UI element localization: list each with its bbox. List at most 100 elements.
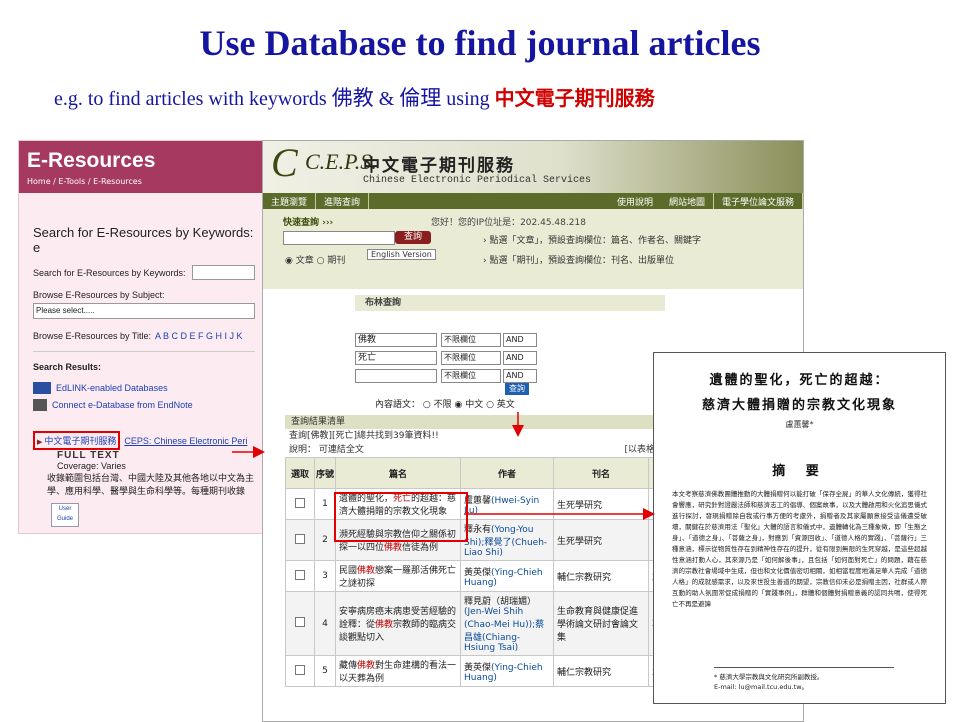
title-keyword: 佛教 (384, 543, 403, 553)
row-number: 5 (314, 655, 336, 687)
row-author[interactable]: 盧蕙馨(Hwei-Syin Lu) (460, 488, 554, 520)
abstract-heading: 摘 要 (772, 464, 827, 479)
nav-help[interactable]: 使用說明 (609, 193, 661, 209)
row-author[interactable]: 黃英傑(Ying-Chieh Huang) (460, 560, 554, 592)
term-input-3[interactable] (355, 369, 437, 383)
row-title[interactable]: 民國佛教戀案一羅那活佛死亡之謎初探 (335, 560, 461, 592)
paper-title-line-2: 慈濟大體捐贈的宗教文化現象 (701, 398, 897, 413)
ceps-title-cn: 中文電子期刊服務 (363, 156, 515, 176)
lang-chinese[interactable]: 中文 (465, 400, 483, 410)
author-cn: 釋永有 (464, 525, 492, 535)
quick-search-input[interactable] (283, 231, 395, 245)
row-title[interactable]: 藏傳佛教對生命建構的看法一以天葬為例 (335, 655, 461, 687)
operator-select-2[interactable]: AND (503, 351, 537, 365)
boolean-search-button[interactable]: 查詢 (505, 383, 529, 395)
title-part-b: 信徒為例 (402, 543, 439, 553)
col-select: 選取 (285, 457, 315, 489)
row-checkbox[interactable] (295, 664, 305, 675)
term-input-1[interactable]: 佛教 (355, 333, 437, 347)
user-guide-icon[interactable]: User Guide (51, 503, 79, 527)
col-author: 作者 (460, 457, 554, 489)
subject-select[interactable]: Please select..... (33, 303, 255, 319)
keywords-input[interactable] (191, 265, 255, 280)
field-select-1[interactable]: 不限欄位 (441, 333, 501, 347)
endnote-link[interactable]: Connect e-Database from EndNote (33, 399, 255, 411)
journal-name: 輔仁宗教研究 (557, 572, 612, 583)
field-select-3[interactable]: 不限欄位 (441, 369, 501, 383)
row-checkbox[interactable] (295, 617, 305, 627)
language-filter: 內容語文： ○ 不限 ◉ 中文 ○ 英文 (375, 400, 515, 410)
language-label: 內容語文： (375, 400, 421, 410)
quick-search-type[interactable]: ◉ 文章 ○ 期刊 (285, 253, 345, 266)
ceps-highlight[interactable]: ▶ 中文電子期刊服務 (33, 431, 121, 450)
alphabet-links[interactable]: A B C D E F G H I J K (155, 331, 243, 341)
subtitle-keyword-1: 佛教 (331, 86, 374, 110)
nav-subject-browse[interactable]: 主題瀏覽 (263, 193, 317, 209)
row-number: 4 (314, 591, 336, 656)
breadcrumb: Home / E-Tools / E-Resources (27, 177, 142, 186)
journal-name: 生死學研究 (557, 536, 603, 547)
subject-label: Browse E-Resources by Subject: (33, 290, 165, 300)
lang-english[interactable]: 英文 (497, 400, 515, 410)
row-checkbox-cell[interactable] (285, 519, 315, 561)
search-heading: Search for E-Resources by Keywords: e (33, 225, 254, 255)
row-checkbox[interactable] (295, 569, 305, 580)
radio-article-label: 文章 (295, 256, 314, 266)
lang-any[interactable]: 不限 (434, 400, 452, 410)
author-en: (Jen-Wei Shih (Chao-Mei Hu));蔡昌雄(Chiang-… (464, 607, 545, 653)
title-part-a: 藏傳 (339, 661, 358, 671)
row-journal[interactable]: 生死學研究 (553, 488, 649, 520)
nav-sitemap[interactable]: 網站地圖 (661, 193, 714, 209)
row-number: 3 (314, 560, 336, 592)
quick-search-button[interactable]: 查詢 (395, 231, 431, 244)
row-journal[interactable]: 生命教育與健康促進學術論文研討會論文集 (553, 591, 649, 656)
col-number: 序號 (314, 457, 336, 489)
row-journal[interactable]: 輔仁宗教研究 (553, 655, 649, 687)
row-checkbox[interactable] (295, 533, 305, 544)
row-journal[interactable]: 輔仁宗教研究 (553, 560, 649, 592)
subtitle-prefix: e.g. to find articles with keywords (54, 88, 332, 110)
english-version-button[interactable]: English Version (367, 249, 436, 260)
abstract-text: 本文考察慈濟佛教團體推動的大體捐贈何以能打破「保存全屍」的華人文化傳統，獲得社會… (672, 490, 927, 608)
row-checkbox-cell[interactable] (285, 560, 315, 592)
e-resources-header: E-Resources Home / E-Tools / E-Resources (19, 141, 269, 193)
coverage-text: Coverage: Varies (57, 461, 126, 471)
term-input-2[interactable]: 死亡 (355, 351, 437, 365)
field-select-2[interactable]: 不限欄位 (441, 351, 501, 365)
paper-author: 盧蕙馨* (785, 420, 814, 429)
hint-journal: › 點選「期刊」，預設查詢欄位：刊名、出版單位 (483, 256, 674, 266)
nav-thesis-service[interactable]: 電子學位論文服務 (714, 193, 803, 209)
ip-text: 您好！您的IP位址是：202.45.48.218 (431, 218, 586, 228)
ceps-link-en[interactable]: CEPS: Chinese Electronic Peri (124, 436, 247, 446)
journal-name: 生死學研究 (557, 500, 603, 511)
title-keyword: 佛教 (357, 566, 376, 576)
row-author[interactable]: 釋永有(Yong-You Shi);釋覺了(Chueh-Liao Shi) (460, 519, 554, 561)
nav-advanced-search[interactable]: 進階查詢 (316, 193, 370, 209)
slide-subtitle: e.g. to find articles with keywords 佛教 &… (54, 82, 655, 112)
row-number: 2 (314, 519, 336, 561)
row-author[interactable]: 黃英傑(Ying-Chieh Huang) (460, 655, 554, 687)
highlight-first-result (334, 492, 468, 542)
keywords-label: Search for E-Resources by Keywords: (33, 267, 186, 278)
title-browse-label: Browse E-Resources by Title: (33, 331, 152, 341)
title-keyword: 佛教 (375, 620, 394, 630)
row-checkbox[interactable] (295, 497, 305, 508)
operator-select-1[interactable]: AND (503, 333, 537, 347)
hint-article: › 點選「文章」，預設查詢欄位：篇名、作者名、關鍵字 (483, 236, 701, 246)
quick-search: 快速查詢 ››› 您好！您的IP位址是：202.45.48.218 查詢 ◉ 文… (263, 209, 803, 289)
edlink-link[interactable]: EdLINK-enabled Databases (33, 382, 255, 394)
row-checkbox-cell[interactable] (285, 591, 315, 656)
footnote-affiliation: * 慈濟大學宗教與文化研究所副教授。 (714, 673, 824, 681)
endnote-link-text: Connect e-Database from EndNote (52, 400, 193, 410)
row-author[interactable]: 釋見蔚（胡瑞媚）(Jen-Wei Shih (Chao-Mei Hu));蔡昌雄… (460, 591, 554, 656)
subtitle-amp: & (373, 88, 400, 110)
e-resources-panel: E-Resources Home / E-Tools / E-Resources… (18, 140, 270, 534)
row-journal[interactable]: 生死學研究 (553, 519, 649, 561)
ceps-logo: C C.E.P.S. (271, 140, 377, 185)
row-checkbox-cell[interactable] (285, 488, 315, 520)
row-checkbox-cell[interactable] (285, 655, 315, 687)
row-title[interactable]: 安寧病房癌末病患受苦經驗的詮釋：從佛教宗教師的臨病交談觀點切入 (335, 591, 461, 656)
description-line-1: 收錄範圍包括台灣、中國大陸及其他各地以中文為主 (47, 473, 255, 483)
operator-select-3[interactable]: AND (503, 369, 537, 383)
table-format-link[interactable]: [以表格 (624, 443, 655, 457)
